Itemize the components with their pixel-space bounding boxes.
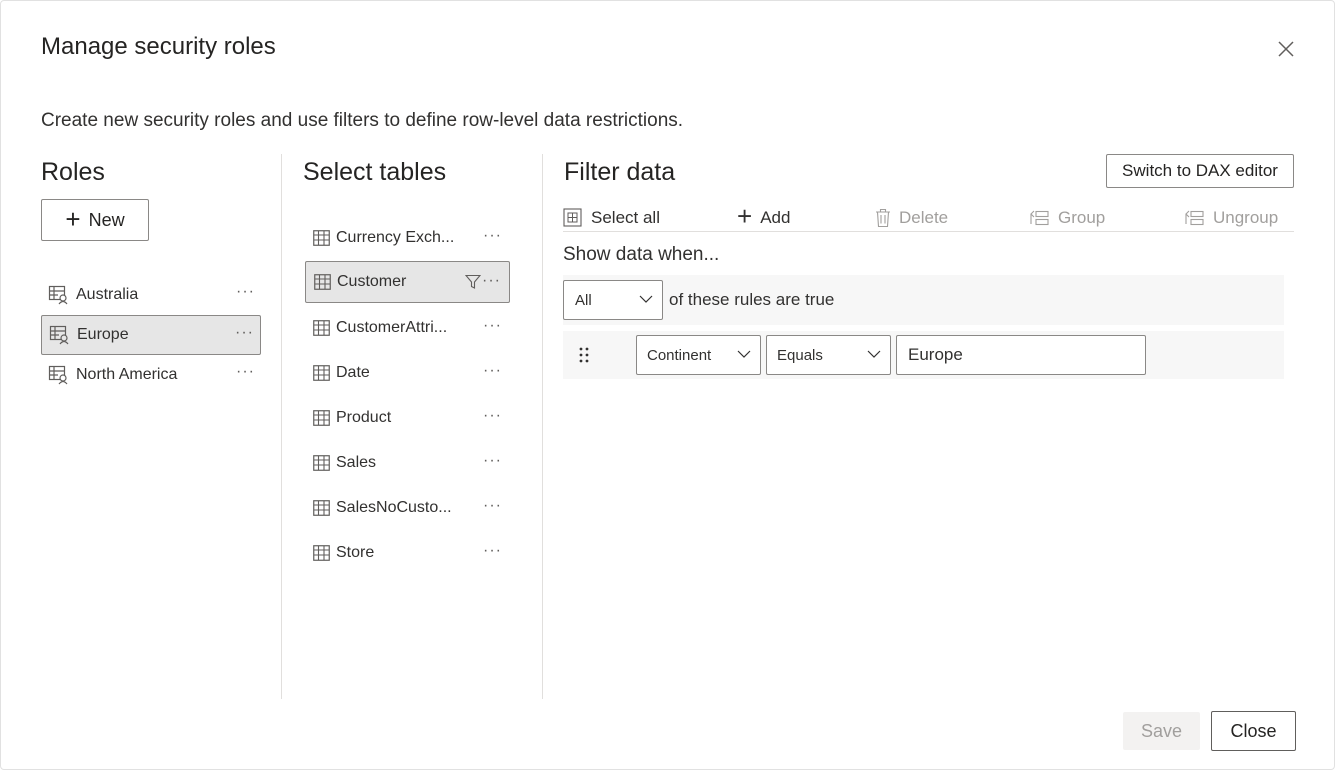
select-tables-heading: Select tables (303, 158, 447, 186)
plus-icon: + (65, 203, 81, 234)
rule-match-row: All of these rules are true (563, 275, 1284, 325)
show-data-when-label: Show data when... (563, 244, 720, 265)
table-item[interactable]: Store ··· (305, 532, 510, 574)
chevron-down-icon (639, 295, 653, 303)
save-button[interactable]: Save (1123, 712, 1200, 750)
more-options-icon[interactable]: ··· (235, 324, 254, 342)
match-mode-value: All (575, 291, 592, 309)
switch-to-dax-editor-button[interactable]: Switch to DAX editor (1106, 154, 1294, 188)
group-label: Group (1058, 208, 1106, 227)
column-divider (542, 154, 543, 699)
chevron-down-icon (737, 350, 751, 358)
table-icon (313, 455, 330, 471)
table-label: SalesNoCusto... (336, 499, 452, 516)
role-icon (48, 365, 68, 385)
dialog-title: Manage security roles (41, 33, 276, 60)
more-options-icon[interactable]: ··· (483, 452, 502, 470)
add-rule-button[interactable]: + Add (737, 201, 791, 232)
rule-value-input[interactable] (896, 335, 1146, 375)
more-options-icon[interactable]: ··· (483, 227, 502, 245)
filter-toolbar: Select all + Add Delete Group Ungroup (563, 201, 1294, 232)
table-label: CustomerAttri... (336, 319, 448, 336)
chevron-down-icon (867, 350, 881, 358)
table-label: Currency Exch... (336, 229, 455, 246)
role-label: Australia (76, 286, 139, 303)
ungroup-icon (1185, 210, 1204, 226)
match-mode-text: of these rules are true (669, 290, 835, 309)
add-label: Add (760, 208, 791, 227)
role-label: Europe (77, 326, 129, 343)
table-icon (313, 410, 330, 426)
more-options-icon[interactable]: ··· (483, 362, 502, 380)
table-label: Sales (336, 454, 377, 471)
more-options-icon[interactable]: ··· (482, 272, 501, 290)
role-item-europe[interactable]: Europe ··· (41, 315, 261, 355)
table-icon (313, 320, 330, 336)
new-role-button[interactable]: + New (41, 199, 149, 241)
filter-rule-row: Continent Equals (563, 331, 1284, 379)
column-divider (281, 154, 282, 699)
table-icon (313, 230, 330, 246)
group-icon (1030, 210, 1049, 226)
role-label: North America (76, 366, 178, 383)
more-options-icon[interactable]: ··· (236, 363, 255, 381)
drag-handle-icon[interactable] (579, 347, 589, 363)
table-item[interactable]: CustomerAttri... ··· (305, 307, 510, 349)
manage-security-roles-dialog: Manage security roles Create new securit… (0, 0, 1335, 770)
select-all-checkbox[interactable]: Select all (563, 204, 660, 232)
table-item[interactable]: SalesNoCusto... ··· (305, 487, 510, 529)
filter-funnel-icon (465, 274, 481, 289)
select-all-label: Select all (591, 208, 660, 227)
more-options-icon[interactable]: ··· (483, 542, 502, 560)
table-item[interactable]: Product ··· (305, 397, 510, 439)
select-all-icon (563, 208, 582, 227)
more-options-icon[interactable]: ··· (483, 407, 502, 425)
more-options-icon[interactable]: ··· (236, 283, 255, 301)
delete-rule-button[interactable]: Delete (875, 204, 948, 232)
table-icon (313, 545, 330, 561)
table-label: Product (336, 409, 392, 426)
close-button[interactable]: Close (1211, 711, 1296, 751)
role-icon (48, 285, 68, 305)
rule-operator-dropdown[interactable]: Equals (766, 335, 891, 375)
new-role-label: New (88, 209, 125, 230)
more-options-icon[interactable]: ··· (483, 317, 502, 335)
table-item[interactable]: Sales ··· (305, 442, 510, 484)
table-item[interactable]: Date ··· (305, 352, 510, 394)
table-icon (314, 274, 331, 290)
ungroup-label: Ungroup (1213, 208, 1279, 227)
table-label: Date (336, 364, 370, 381)
table-item-customer[interactable]: Customer ··· (305, 261, 510, 303)
match-mode-dropdown[interactable]: All (563, 280, 663, 320)
ungroup-button[interactable]: Ungroup (1185, 204, 1278, 232)
roles-heading: Roles (41, 158, 105, 186)
filter-data-heading: Filter data (564, 158, 676, 186)
table-label: Store (336, 544, 375, 561)
rule-column-value: Continent (647, 346, 712, 364)
rule-operator-value: Equals (777, 346, 823, 364)
more-options-icon[interactable]: ··· (483, 497, 502, 515)
table-icon (313, 365, 330, 381)
table-icon (313, 500, 330, 516)
table-item[interactable]: Currency Exch... ··· (305, 217, 510, 259)
role-item-australia[interactable]: Australia ··· (41, 275, 261, 315)
table-label: Customer (337, 273, 407, 290)
group-button[interactable]: Group (1030, 204, 1105, 232)
delete-label: Delete (899, 208, 949, 227)
rule-column-dropdown[interactable]: Continent (636, 335, 761, 375)
close-icon[interactable] (1273, 36, 1299, 62)
role-icon (49, 325, 69, 345)
plus-icon: + (737, 201, 753, 231)
trash-icon (876, 208, 890, 228)
role-item-north-america[interactable]: North America ··· (41, 355, 261, 395)
dialog-description: Create new security roles and use filter… (41, 110, 684, 131)
